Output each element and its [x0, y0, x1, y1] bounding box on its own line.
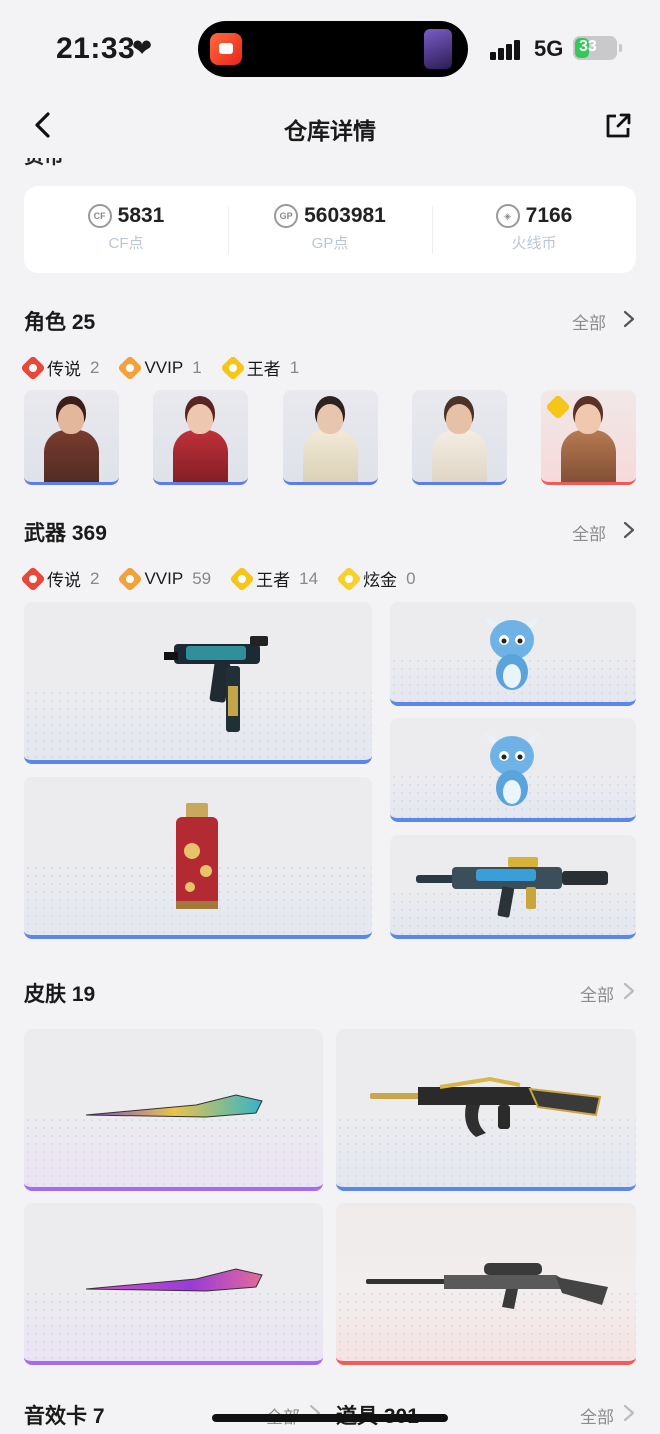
character-card[interactable]: [283, 390, 378, 485]
home-indicator[interactable]: [212, 1414, 448, 1422]
skin-card-knife[interactable]: [24, 1029, 323, 1191]
battery-icon: 33: [573, 36, 622, 60]
tier-name: 炫金: [363, 571, 398, 590]
currency-huoxian: ◈ 7166 火线币: [432, 186, 636, 273]
huoxian-coin-value: 7166: [525, 204, 573, 227]
rifle-icon: [416, 857, 608, 918]
tier-legend[interactable]: 传说 2: [20, 354, 100, 381]
knife-skin-icon: [86, 1094, 263, 1118]
weapon-card-dragon[interactable]: [390, 602, 636, 706]
huoxian-coin-label: 火线币: [511, 235, 557, 252]
vvip-tier-icon: [117, 565, 144, 592]
knife-skin-icon: [86, 1268, 263, 1292]
skins-title: 皮肤 19: [24, 983, 96, 1006]
huoxian-coin-icon: ◈: [495, 204, 520, 228]
weapons-all-link[interactable]: 全部: [572, 520, 606, 545]
skins-all-link[interactable]: 全部: [580, 981, 614, 1006]
weapons-header: 武器 369 全部: [24, 517, 636, 547]
chevron-right-icon[interactable]: [622, 521, 636, 539]
signal-icon: [490, 38, 526, 60]
gp-point-icon: GP: [274, 204, 299, 228]
tier-count: 2: [90, 568, 100, 588]
tier-legend[interactable]: 传说 2: [20, 565, 100, 592]
tier-count: 0: [406, 568, 416, 588]
tier-king[interactable]: 王者 14: [229, 565, 319, 592]
weapon-card-smg[interactable]: [24, 602, 372, 764]
tier-count: 59: [192, 568, 212, 588]
tier-gold[interactable]: 炫金 0: [336, 565, 416, 592]
tier-name: 王者: [246, 360, 281, 379]
tier-count: 1: [289, 357, 300, 377]
skin-card-sniper[interactable]: [336, 1203, 636, 1365]
characters-tiers: 传说 2 VVIP 1 王者 1: [20, 354, 300, 381]
king-tier-icon: [229, 565, 255, 592]
character-card[interactable]: [24, 390, 119, 485]
status-bar: 21:33 ❤ 5G 33: [0, 0, 660, 96]
tier-vvip[interactable]: VVIP 1: [117, 354, 202, 381]
sound-cards-title: 音效卡 7: [24, 1405, 105, 1428]
currency-cf: CF 5831 CF点: [24, 186, 228, 273]
tier-name: VVIP: [144, 357, 184, 377]
weapon-card-rifle[interactable]: [390, 835, 636, 939]
dragon-pet-icon: [484, 616, 540, 690]
chevron-right-icon[interactable]: [622, 1404, 636, 1422]
ak-skin-icon: [370, 1076, 602, 1137]
grenade-icon: [176, 803, 218, 909]
characters-all-link[interactable]: 全部: [572, 309, 606, 334]
character-list: [24, 390, 636, 485]
weapon-card-dragon[interactable]: [390, 718, 636, 822]
props-all-link[interactable]: 全部: [580, 1403, 614, 1428]
chevron-right-icon[interactable]: [622, 982, 636, 1000]
currency-gp: GP 5603981 GP点: [228, 186, 432, 273]
characters-title: 角色 25: [24, 311, 96, 334]
skin-card-knife[interactable]: [24, 1203, 323, 1365]
status-time: 21:33: [56, 32, 136, 65]
tier-king[interactable]: 王者 1: [219, 354, 300, 381]
smg-icon: [164, 636, 268, 732]
nav-bar: 仓库详情: [0, 96, 660, 158]
page-title: 仓库详情: [284, 118, 376, 144]
king-badge-icon: [545, 394, 571, 420]
weapons-tiers: 传说 2 VVIP 59 王者 14 炫金 0: [20, 565, 416, 592]
weapons-title: 武器 369: [24, 522, 107, 545]
gold-tier-icon: [336, 565, 362, 592]
skins-header: 皮肤 19 全部: [24, 978, 636, 1008]
sniper-skin-icon: [366, 1263, 608, 1309]
skin-card-ak[interactable]: [336, 1029, 636, 1191]
tier-name: VVIP: [144, 568, 184, 588]
legend-tier-icon: [20, 565, 46, 592]
tier-count: 1: [192, 357, 202, 377]
dragon-pet-icon: [484, 732, 540, 806]
tier-count: 2: [90, 357, 100, 377]
king-tier-icon: [219, 354, 246, 381]
currency-card: CF 5831 CF点 GP 5603981 GP点 ◈ 7166 火线币: [24, 186, 636, 273]
character-card[interactable]: [412, 390, 507, 485]
cf-point-value: 5831: [117, 204, 165, 227]
battery-level: 33: [579, 38, 597, 55]
dynamic-island[interactable]: [198, 21, 468, 77]
legend-tier-icon: [20, 354, 46, 381]
share-icon[interactable]: [604, 112, 632, 140]
tier-name: 传说: [47, 360, 81, 379]
tier-name: 传说: [47, 571, 81, 590]
cf-point-label: CF点: [108, 235, 144, 252]
gp-point-value: 5603981: [304, 204, 386, 227]
chevron-right-icon[interactable]: [622, 310, 636, 328]
gp-point-label: GP点: [311, 235, 349, 252]
vvip-tier-icon: [117, 354, 144, 381]
tier-count: 14: [299, 568, 319, 588]
app-activity-icon: [210, 33, 242, 65]
cf-point-icon: CF: [87, 204, 112, 228]
media-artwork-icon: [424, 29, 452, 69]
heart-icon: ❤: [132, 35, 153, 62]
character-card[interactable]: [153, 390, 248, 485]
network-type: 5G: [534, 36, 564, 61]
weapon-card-grenade[interactable]: [24, 777, 372, 939]
tier-name: 王者: [256, 571, 291, 590]
characters-header: 角色 25 全部: [24, 306, 636, 336]
character-card[interactable]: [541, 390, 636, 485]
tier-vvip[interactable]: VVIP 59: [117, 565, 212, 592]
